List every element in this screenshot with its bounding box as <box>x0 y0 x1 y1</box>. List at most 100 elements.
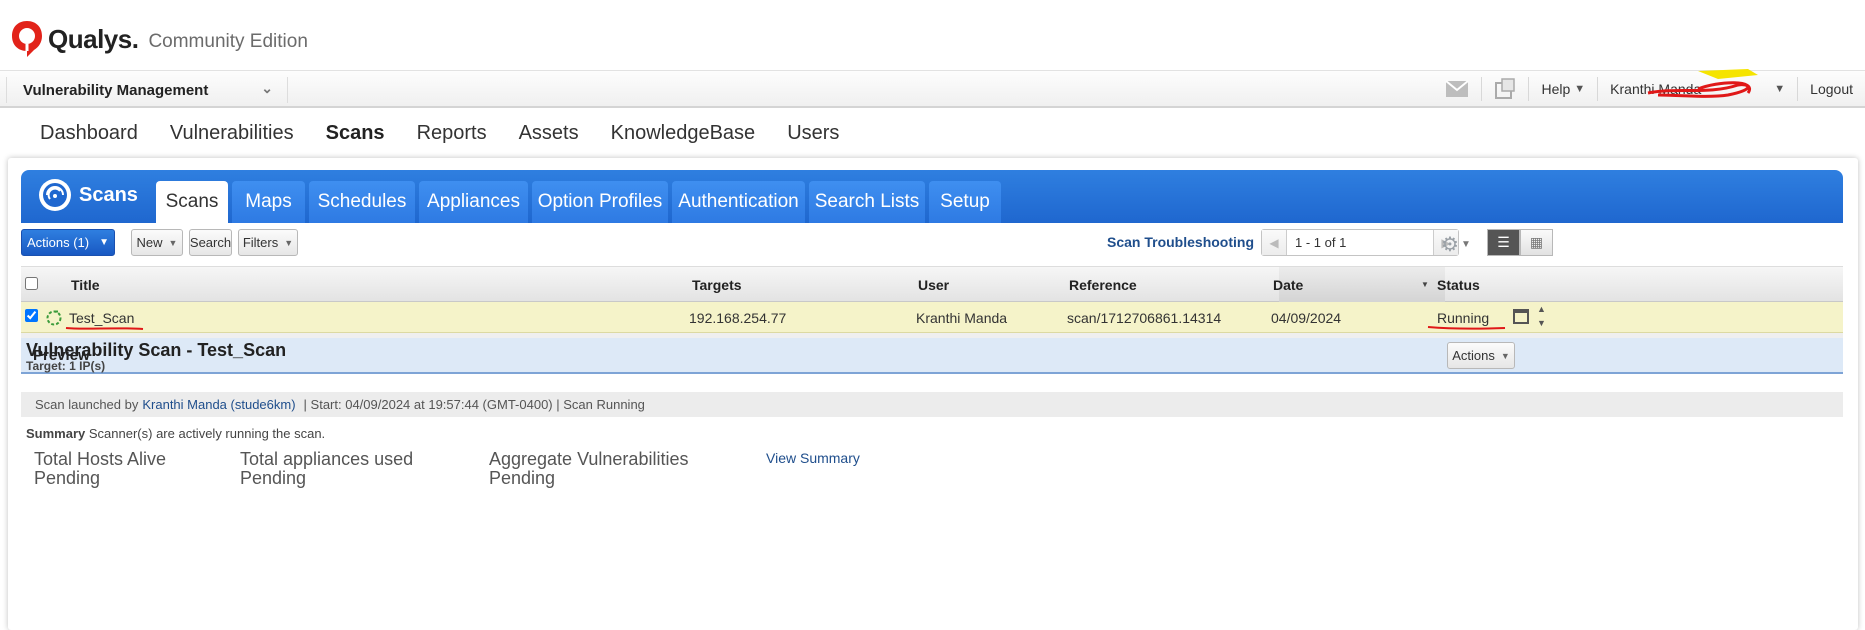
annotation-underline <box>65 327 144 330</box>
stat-aggregate-vulns: Aggregate Vulnerabilities Pending <box>489 450 688 488</box>
col-status[interactable]: Status <box>1437 277 1480 293</box>
stat-label: Total appliances used <box>240 449 414 469</box>
preview-header: Preview Actions ▼ <box>21 338 1843 374</box>
nav-assets[interactable]: Assets <box>519 122 579 145</box>
stat-hosts-alive: Total Hosts Alive Pending <box>34 450 166 488</box>
chevron-down-icon: ▼ <box>168 237 178 248</box>
col-user[interactable]: User <box>918 277 949 293</box>
module-select[interactable]: Vulnerability Management ⌄ <box>6 77 288 103</box>
col-date[interactable]: Date <box>1273 277 1303 293</box>
mail-button[interactable] <box>1433 77 1481 101</box>
chevron-down-icon: ▼ <box>1500 350 1510 361</box>
stat-value: Pending <box>240 468 307 488</box>
filters-button[interactable]: Filters ▼ <box>238 229 298 256</box>
running-spinner-icon <box>46 310 62 326</box>
row-targets: 192.168.254.77 <box>689 310 787 326</box>
tab-appliances[interactable]: Appliances <box>419 181 528 223</box>
preview-actions-button[interactable]: Actions ▼ <box>1447 342 1515 369</box>
pager: ◀ 1 - 1 of 1 ▶ <box>1261 229 1459 256</box>
select-all-checkbox[interactable] <box>25 277 38 290</box>
tab-option-profiles[interactable]: Option Profiles <box>532 181 668 223</box>
launch-user-link[interactable]: Kranthi Manda (stude6km) <box>142 397 295 412</box>
nav-knowledgebase[interactable]: KnowledgeBase <box>611 122 756 145</box>
preview-scan-title: Vulnerability Scan - Test_Scan <box>26 340 287 360</box>
summary-line: Summary Scanner(s) are actively running … <box>26 426 325 441</box>
chevron-down-icon: ⌄ <box>261 80 273 96</box>
summary-text: Scanner(s) are actively running the scan… <box>88 426 326 441</box>
section-title: Scans <box>39 179 138 211</box>
stat-value: Pending <box>489 468 556 488</box>
chevron-down-icon: ▼ <box>1460 239 1471 250</box>
preview-actions-label: Actions <box>1452 348 1495 363</box>
row-reference: scan/1712706861.14314 <box>1067 310 1222 326</box>
brand-bar: Qualys. Community Edition <box>0 0 1865 70</box>
nav-scans[interactable]: Scans <box>326 122 385 145</box>
search-button[interactable]: Search <box>189 229 232 256</box>
brand-edition: Community Edition <box>148 31 308 52</box>
nav-reports[interactable]: Reports <box>417 122 487 145</box>
module-bar: Vulnerability Management ⌄ Help ▼ Kranth… <box>0 69 1865 108</box>
user-menu[interactable]: Kranthi Manda ▼ <box>1597 69 1797 101</box>
tab-search-lists[interactable]: Search Lists <box>809 181 925 223</box>
tab-maps[interactable]: Maps <box>232 181 305 223</box>
table-header: Title Targets User Reference Date ▼ Stat… <box>21 266 1843 302</box>
add-widget-icon <box>1495 78 1516 99</box>
stat-label: Total Hosts Alive <box>34 449 167 469</box>
logout-link[interactable]: Logout <box>1797 77 1865 101</box>
list-view-button[interactable]: ☰ <box>1487 229 1520 256</box>
grid-view-button[interactable]: ▦ <box>1520 229 1553 256</box>
scroll-up-icon[interactable]: ▲ <box>1537 304 1546 314</box>
tab-schedules[interactable]: Schedules <box>309 181 415 223</box>
chevron-down-icon: ▼ <box>1574 83 1586 95</box>
scan-launch-info: Scan launched by Kranthi Manda (stude6km… <box>21 392 1843 417</box>
toolbar: Actions (1) ▼ New ▼ Search Filters ▼ Sca… <box>21 223 1843 263</box>
top-right-menu: Help ▼ Kranthi Manda ▼ Logout <box>1433 69 1865 107</box>
scroll-down-icon[interactable]: ▼ <box>1537 318 1546 328</box>
list-view-icon: ☰ <box>1497 234 1510 250</box>
tab-setup[interactable]: Setup <box>929 181 1001 223</box>
row-user: Kranthi Manda <box>916 310 1008 326</box>
scans-tab-strip: Scans Scans Maps Schedules Appliances Op… <box>21 170 1843 223</box>
expand-icon[interactable] <box>1513 309 1529 324</box>
gear-icon: ⚙ <box>1441 234 1459 256</box>
view-summary-link[interactable]: View Summary <box>766 450 860 466</box>
annotation-underline <box>1427 326 1506 330</box>
add-widget-button[interactable] <box>1481 77 1528 101</box>
grid-view-icon: ▦ <box>1529 234 1544 250</box>
settings-menu[interactable]: ⚙ ▼ <box>1441 232 1471 257</box>
actions-button[interactable]: Actions (1) ▼ <box>21 229 115 256</box>
chevron-down-icon: ▼ <box>99 237 110 248</box>
new-label: New <box>136 235 163 250</box>
qualys-logo-icon <box>12 21 42 57</box>
nav-users[interactable]: Users <box>787 122 839 145</box>
brand-name: Qualys. <box>48 23 139 54</box>
sort-desc-icon: ▼ <box>1421 280 1429 289</box>
stat-appliances-used: Total appliances used Pending <box>240 450 413 488</box>
tab-scans[interactable]: Scans <box>156 181 228 223</box>
scan-troubleshooting-link[interactable]: Scan Troubleshooting <box>1107 234 1254 250</box>
table-row[interactable]: Test_Scan 192.168.254.77 Kranthi Manda s… <box>21 302 1843 333</box>
qualys-logo[interactable]: Qualys. Community Edition <box>10 20 308 58</box>
module-label: Vulnerability Management <box>23 81 209 99</box>
row-checkbox[interactable] <box>25 309 38 322</box>
prev-page-icon[interactable]: ◀ <box>1262 230 1286 255</box>
chevron-down-icon: ▼ <box>284 237 294 248</box>
scans-icon <box>39 179 71 211</box>
row-status: Running <box>1437 310 1490 326</box>
pager-range[interactable]: 1 - 1 of 1 <box>1286 230 1434 255</box>
col-reference[interactable]: Reference <box>1069 277 1137 293</box>
actions-label: Actions (1) <box>26 235 90 250</box>
filters-label: Filters <box>242 235 279 250</box>
main-nav: Dashboard Vulnerabilities Scans Reports … <box>0 112 1865 154</box>
col-targets[interactable]: Targets <box>692 277 742 293</box>
col-title[interactable]: Title <box>71 277 100 293</box>
tab-authentication[interactable]: Authentication <box>672 181 805 223</box>
new-button[interactable]: New ▼ <box>131 229 183 256</box>
nav-dashboard[interactable]: Dashboard <box>40 122 138 145</box>
row-title[interactable]: Test_Scan <box>69 310 134 326</box>
launch-details: | Start: 04/09/2024 at 19:57:44 (GMT-040… <box>303 397 645 412</box>
nav-vulnerabilities[interactable]: Vulnerabilities <box>170 122 294 145</box>
help-label: Help <box>1541 81 1571 97</box>
preview-target: Target: 1 IP(s) <box>26 359 106 373</box>
help-menu[interactable]: Help ▼ <box>1528 77 1597 101</box>
